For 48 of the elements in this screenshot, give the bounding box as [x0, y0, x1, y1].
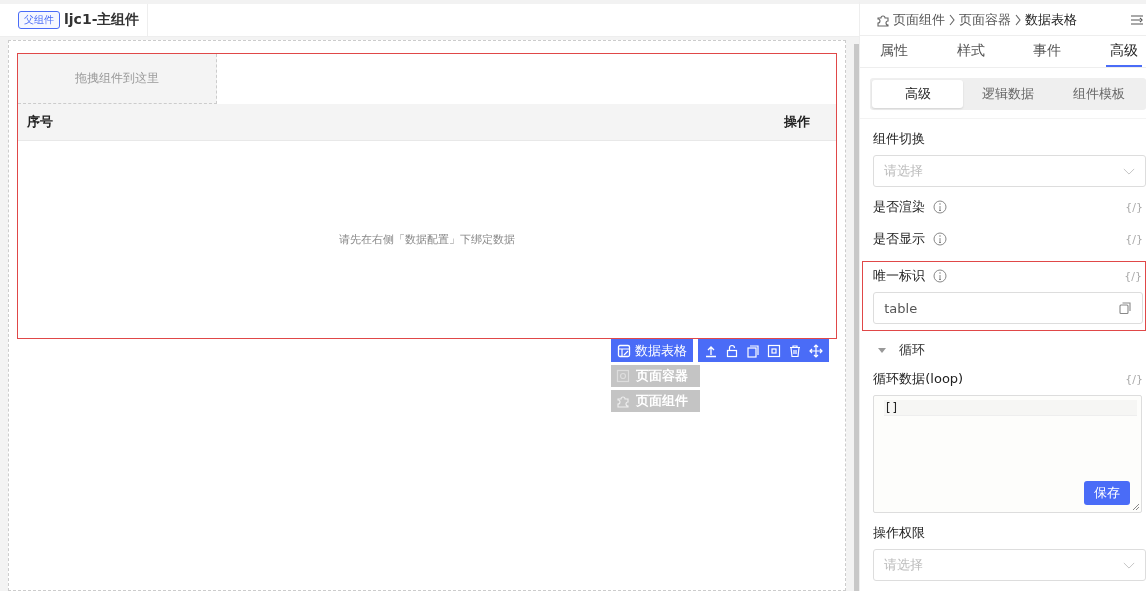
info-icon[interactable]: [933, 269, 948, 283]
delete-icon[interactable]: [788, 343, 803, 358]
collapse-icon[interactable]: [1130, 12, 1144, 27]
breadcrumb-item[interactable]: 数据表格: [1025, 10, 1078, 29]
chevron-icon: [1014, 12, 1023, 27]
tab[interactable]: 事件: [1029, 36, 1066, 67]
puzzle-icon: [616, 394, 631, 408]
component-label[interactable]: 数据表格: [611, 339, 694, 362]
table-icon: [617, 343, 632, 358]
dropdown-icon: [1123, 167, 1135, 175]
field-label: 循环数据(loop): [873, 370, 964, 388]
field-label: 操作权限: [873, 524, 926, 542]
info-icon[interactable]: [933, 232, 948, 246]
column-header: 序号: [27, 113, 53, 131]
save-button[interactable]: 保存: [1084, 481, 1130, 505]
sub-tab[interactable]: 逻辑数据: [962, 80, 1054, 108]
drop-zone[interactable]: 拖拽组件到这里: [18, 54, 217, 104]
field-label: 唯一标识: [873, 267, 926, 285]
info-icon[interactable]: [933, 200, 948, 214]
parent-component-button[interactable]: 父组件: [18, 11, 60, 29]
section-toggle[interactable]: 循环: [873, 341, 1146, 359]
copy-icon[interactable]: [746, 343, 761, 358]
resize-handle-icon[interactable]: [1132, 503, 1140, 511]
move-icon[interactable]: [809, 343, 824, 358]
breadcrumb-item[interactable]: 页面容器: [959, 10, 1012, 29]
puzzle-icon: [876, 12, 891, 27]
code-text: []: [884, 401, 899, 415]
tab[interactable]: 高级: [1106, 36, 1142, 67]
component-title: ljc1-主组件: [64, 11, 140, 29]
copy-icon[interactable]: [1118, 301, 1132, 315]
empty-message: 请先在右侧「数据配置」下绑定数据: [339, 232, 516, 247]
code-editor[interactable]: [] 保存: [873, 395, 1142, 513]
input-field[interactable]: table: [873, 292, 1143, 324]
container-icon: [616, 369, 631, 383]
chevron-icon: [948, 12, 957, 27]
breadcrumb-item[interactable]: 页面组件: [893, 10, 946, 29]
tab[interactable]: 属性: [876, 36, 913, 67]
field-label: 是否渲染: [873, 198, 926, 216]
select-frame-icon[interactable]: [767, 343, 782, 358]
unlock-icon[interactable]: [725, 343, 740, 358]
tab[interactable]: 样式: [952, 36, 989, 67]
field-label: 是否显示: [873, 230, 926, 248]
dropdown-icon: [1123, 561, 1135, 569]
field-label: 组件切换: [873, 130, 926, 148]
column-header: 操作: [784, 113, 811, 131]
table-component[interactable]: 拖拽组件到这里 序号 操作 请先在右侧「数据配置」下绑定数据: [17, 53, 838, 339]
sub-tab[interactable]: 组件模板: [1053, 80, 1144, 108]
sub-tab[interactable]: 高级: [872, 80, 963, 108]
